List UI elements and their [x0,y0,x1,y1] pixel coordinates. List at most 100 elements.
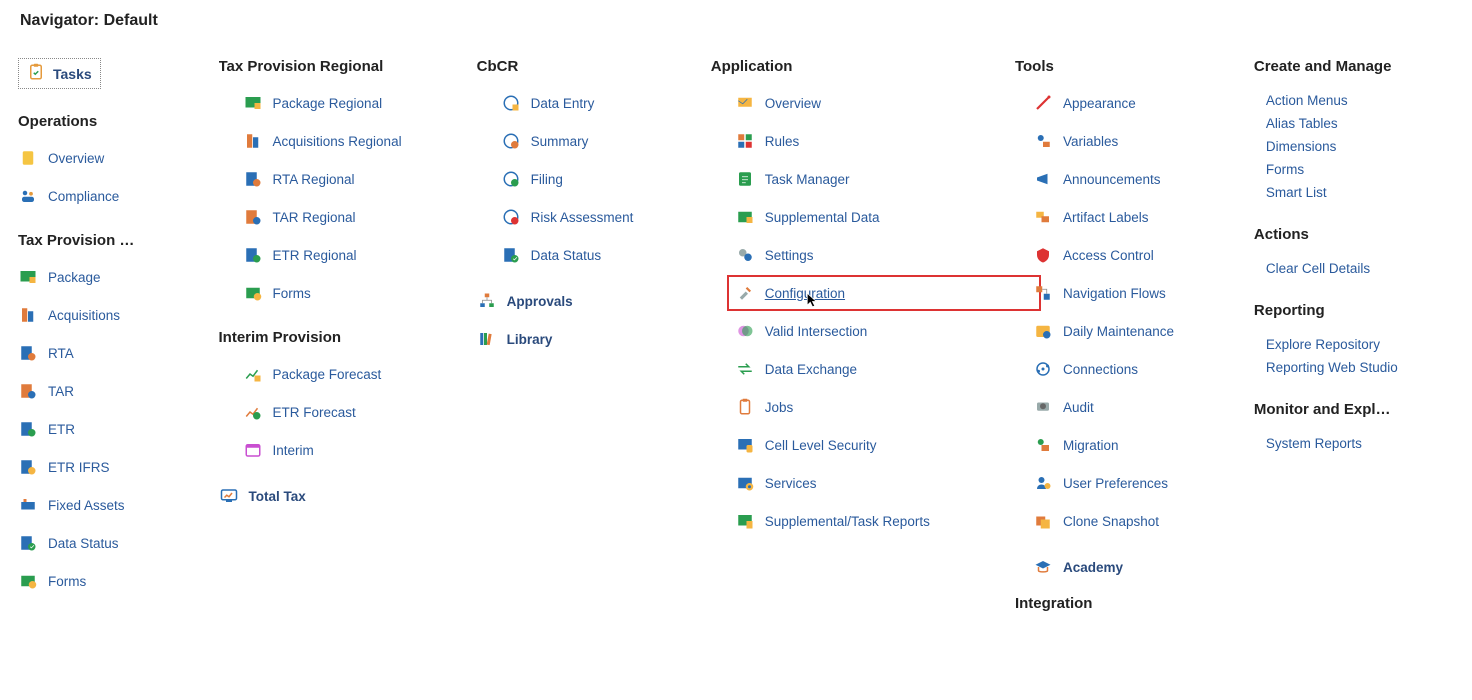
tax-provision-regional-forms[interactable]: Forms [243,283,459,303]
link-action-menus[interactable]: Action Menus [1266,93,1446,108]
tax-provision-forms[interactable]: Forms [18,571,201,591]
label: Appearance [1063,96,1136,111]
link-smart-list[interactable]: Smart List [1266,185,1446,200]
userpref-icon [1033,473,1053,493]
summary-icon [501,131,521,151]
tax-provision-regional-package-regional[interactable]: Package Regional [243,93,459,113]
label: Data Exchange [765,362,857,377]
cbcr-risk-assessment[interactable]: Risk Assessment [501,207,693,227]
tax-provision-data-status[interactable]: Data Status [18,533,201,553]
validint-icon [735,321,755,341]
label: Cell Level Security [765,438,877,453]
application-settings[interactable]: Settings [735,245,997,265]
application-services[interactable]: Services [735,473,997,493]
label: Package Forecast [273,367,382,382]
etr-icon [243,245,263,265]
variables-icon [1033,131,1053,151]
tax-provision-fixed-assets[interactable]: Fixed Assets [18,495,201,515]
cbcr-filing[interactable]: Filing [501,169,693,189]
cbcr-data-entry[interactable]: Data Entry [501,93,693,113]
operations-overview[interactable]: Overview [18,148,201,168]
application-supplemental-task-reports[interactable]: Supplemental/Task Reports [735,511,997,531]
label: Forms [48,574,86,589]
operations-compliance[interactable]: Compliance [18,186,201,206]
tools-audit[interactable]: Audit [1033,397,1236,417]
label: Jobs [765,400,794,415]
tax-provision-tar[interactable]: TAR [18,381,201,401]
approvals[interactable]: Approvals [477,291,693,311]
tools-announcements[interactable]: Announcements [1033,169,1236,189]
cbcr-data-status[interactable]: Data Status [501,245,693,265]
application-valid-intersection[interactable]: Valid Intersection [735,321,997,341]
link-system-reports[interactable]: System Reports [1266,436,1446,451]
label: Rules [765,134,800,149]
label: Filing [531,172,563,187]
package-icon [18,267,38,287]
interim-provision-package-forecast[interactable]: Package Forecast [243,364,459,384]
application-supplemental-data[interactable]: Supplemental Data [735,207,997,227]
tools-daily-maintenance[interactable]: Daily Maintenance [1033,321,1236,341]
label: Academy [1063,560,1123,575]
tax-provision-etr-ifrs[interactable]: ETR IFRS [18,457,201,477]
link-reporting-web-studio[interactable]: Reporting Web Studio [1266,360,1446,375]
tax-provision-rta[interactable]: RTA [18,343,201,363]
right-section-actions: ActionsClear Cell Details [1254,226,1446,276]
tax-provision-package[interactable]: Package [18,267,201,287]
label: Settings [765,248,814,263]
tax-provision-regional-etr-regional[interactable]: ETR Regional [243,245,459,265]
appearance-icon [1033,93,1053,113]
application-rules[interactable]: Rules [735,131,997,151]
config-icon [735,283,755,303]
cbcr-summary[interactable]: Summary [501,131,693,151]
section-title: Reporting [1254,302,1446,319]
label: RTA [48,346,74,361]
tax-provision-regional-tar-regional[interactable]: TAR Regional [243,207,459,227]
tax-provision-regional-rta-regional[interactable]: RTA Regional [243,169,459,189]
connect-icon [1033,359,1053,379]
application-cell-level-security[interactable]: Cell Level Security [735,435,997,455]
tools-title: Tools [1015,58,1236,75]
tools-appearance[interactable]: Appearance [1033,93,1236,113]
application-overview[interactable]: Overview [735,93,997,113]
tools-artifact-labels[interactable]: Artifact Labels [1033,207,1236,227]
tax-provision-regional-acquisitions-regional[interactable]: Acquisitions Regional [243,131,459,151]
section-title: Create and Manage [1254,58,1446,75]
link-alias-tables[interactable]: Alias Tables [1266,116,1446,131]
label: Connections [1063,362,1138,377]
forms-icon [18,571,38,591]
tasks-chip[interactable]: Tasks [18,58,101,89]
artifact-icon [1033,207,1053,227]
application-configuration[interactable]: Configuration [727,275,1041,311]
link-explore-repository[interactable]: Explore Repository [1266,337,1446,352]
interim-provision-etr-forecast[interactable]: ETR Forecast [243,402,459,422]
tools-clone-snapshot[interactable]: Clone Snapshot [1033,511,1236,531]
tasks-label: Tasks [53,66,92,82]
application-data-exchange[interactable]: Data Exchange [735,359,997,379]
announce-icon [1033,169,1053,189]
tools-migration[interactable]: Migration [1033,435,1236,455]
cellsec-icon [735,435,755,455]
library[interactable]: Library [477,329,693,349]
tools-navigation-flows[interactable]: Navigation Flows [1033,283,1236,303]
tools-user-preferences[interactable]: User Preferences [1033,473,1236,493]
tools-access-control[interactable]: Access Control [1033,245,1236,265]
column-3: CbCR Data EntrySummaryFilingRisk Assessm… [477,58,701,630]
total-tax[interactable]: Total Tax [219,486,459,506]
page-title: Navigator: Default [20,12,1454,30]
dataentry-icon [501,93,521,113]
link-forms[interactable]: Forms [1266,162,1446,177]
tools-connections[interactable]: Connections [1033,359,1236,379]
migrate-icon [1033,435,1053,455]
tools-variables[interactable]: Variables [1033,131,1236,151]
academy[interactable]: Academy [1015,557,1236,577]
interim-provision-interim[interactable]: Interim [243,440,459,460]
link-dimensions[interactable]: Dimensions [1266,139,1446,154]
tax-provision-etr[interactable]: ETR [18,419,201,439]
tax-provision-acquisitions[interactable]: Acquisitions [18,305,201,325]
label: Package Regional [273,96,383,111]
application-task-manager[interactable]: Task Manager [735,169,997,189]
label: ETR [48,422,75,437]
etrifrs-icon [18,457,38,477]
application-jobs[interactable]: Jobs [735,397,997,417]
link-clear-cell-details[interactable]: Clear Cell Details [1266,261,1446,276]
